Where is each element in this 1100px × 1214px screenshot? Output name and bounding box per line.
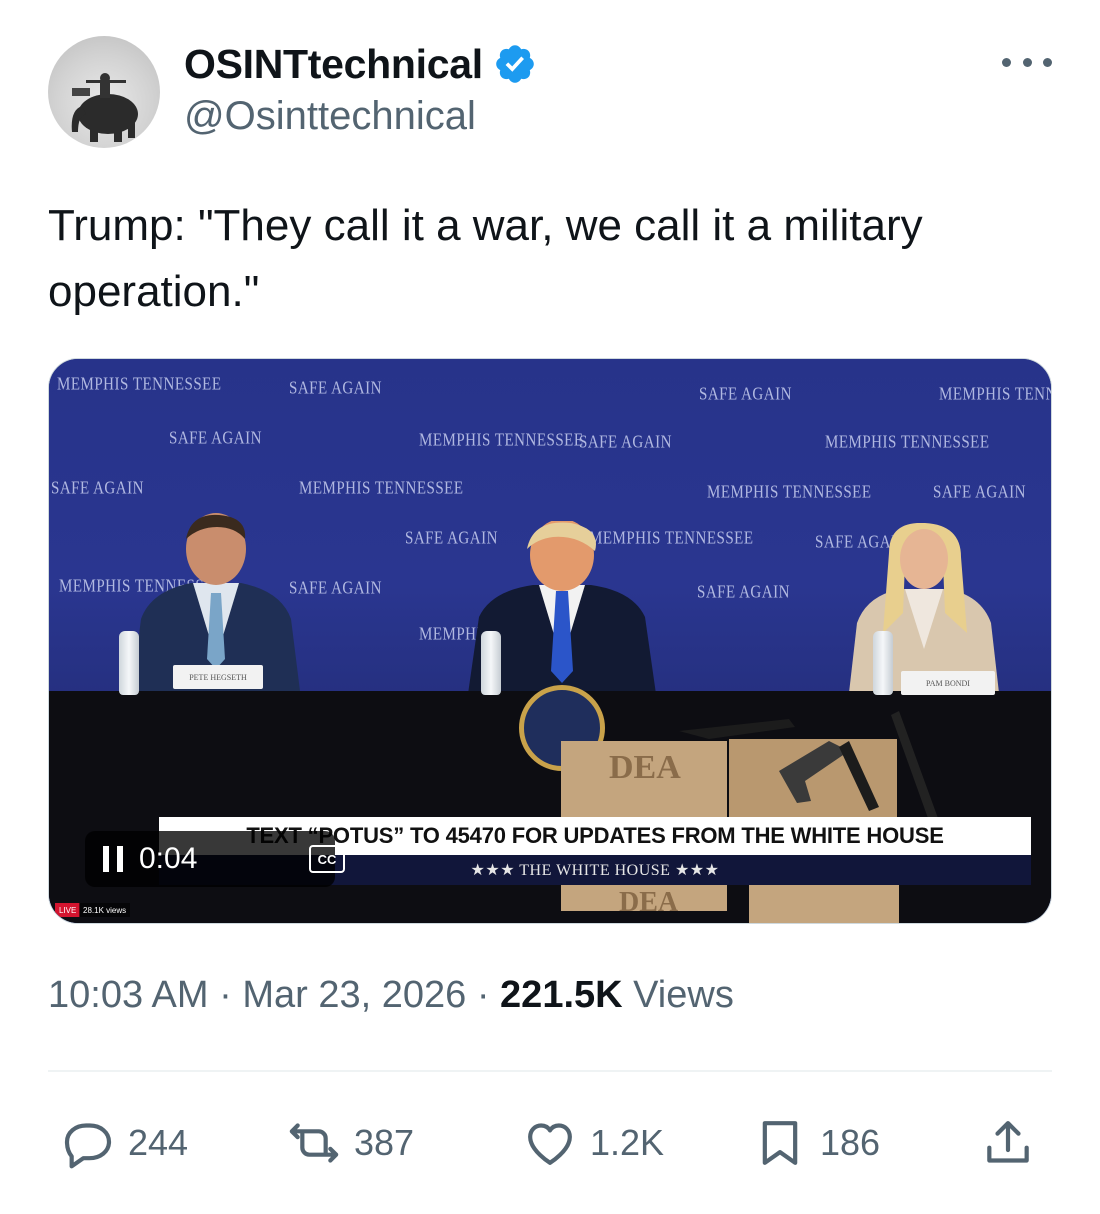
playback-time: 0:04 <box>139 842 198 875</box>
tweet-header: OSINTtechnical @Osinttechnical <box>48 36 1052 148</box>
bookmark-button[interactable]: 186 <box>752 1112 880 1174</box>
reply-count: 244 <box>128 1122 189 1163</box>
backdrop-text: MEMPHIS TENNESSEE <box>419 431 584 451</box>
reply-button[interactable]: 244 <box>60 1112 188 1174</box>
player-controls: 0:04 CC <box>85 831 345 887</box>
action-bar: 244 387 1.2K 186 <box>48 1112 1052 1174</box>
backdrop-text: SAFE AGAIN <box>51 479 144 499</box>
water-bottle <box>873 631 893 695</box>
backdrop-text: SAFE AGAIN <box>579 433 672 453</box>
heart-icon <box>528 1123 572 1165</box>
backdrop-text: SAFE AGAIN <box>289 579 382 599</box>
weapons-display <box>679 711 939 821</box>
divider <box>48 1070 1052 1072</box>
live-badge: LIVE <box>55 903 81 917</box>
backdrop-text: MEMPHIS TENNESSEE <box>707 483 872 503</box>
closed-captions-icon[interactable]: CC <box>309 845 345 873</box>
avatar-elephant-icon <box>71 73 138 142</box>
more-options-icon[interactable] <box>1002 50 1052 74</box>
backdrop-text: SAFE AGAIN <box>697 583 790 603</box>
nameplate-right: PAM BONDI <box>901 671 995 695</box>
reply-icon <box>64 1123 112 1169</box>
water-bottle <box>481 631 501 695</box>
like-count: 1.2K <box>590 1122 665 1163</box>
tweet-meta: 10:03 AM · Mar 23, 2026 · 221.5K Views <box>48 974 734 1017</box>
backdrop-text: MEMPHIS TENNESSEE <box>299 479 464 499</box>
meta-separator: · <box>208 974 243 1016</box>
author-handle[interactable]: @Osinttechnical <box>184 94 537 139</box>
bookmark-icon <box>762 1121 798 1165</box>
person-right <box>849 523 999 693</box>
tweet-date[interactable]: Mar 23, 2026 <box>242 974 466 1016</box>
backdrop-text: MEMPHIS TENNESSEE <box>57 375 222 395</box>
backdrop-text: SAFE AGAIN <box>169 429 262 449</box>
backdrop-text: SAFE AGAIN <box>699 385 792 405</box>
views-label: Views <box>622 974 734 1016</box>
verified-badge-icon <box>496 45 534 83</box>
nameplate-left: PETE HEGSETH <box>173 665 263 689</box>
tweet-text: Trump: "They call it a war, we call it a… <box>48 201 923 316</box>
repost-button[interactable]: 387 <box>286 1112 414 1174</box>
backdrop-text: MEMPHIS TENNESSEE <box>825 433 990 453</box>
repost-count: 387 <box>354 1122 415 1163</box>
bookmark-count: 186 <box>820 1122 881 1163</box>
backdrop-text: MEMPHIS TENNESSEE <box>939 385 1051 405</box>
box-label: DEA <box>619 887 679 918</box>
video-player[interactable]: MEMPHIS TENNESSEE SAFE AGAIN SAFE AGAIN … <box>48 358 1052 924</box>
water-bottle <box>119 631 139 695</box>
box-label: DEA <box>609 749 681 786</box>
pause-icon[interactable] <box>103 846 123 872</box>
display-name[interactable]: OSINTtechnical <box>184 41 483 88</box>
meta-separator: · <box>466 974 501 1016</box>
live-views-badge: 28.1K views <box>79 903 131 917</box>
avatar[interactable] <box>48 36 160 148</box>
tweet-time[interactable]: 10:03 AM <box>48 974 209 1016</box>
views-count: 221.5K <box>500 974 623 1016</box>
like-button[interactable]: 1.2K <box>522 1112 664 1174</box>
repost-icon <box>289 1123 339 1163</box>
backdrop-text: SAFE AGAIN <box>933 483 1026 503</box>
backdrop-text: SAFE AGAIN <box>289 379 382 399</box>
share-icon <box>987 1121 1029 1163</box>
share-button[interactable] <box>980 1112 1036 1174</box>
author-names: OSINTtechnical @Osinttechnical <box>184 36 537 139</box>
